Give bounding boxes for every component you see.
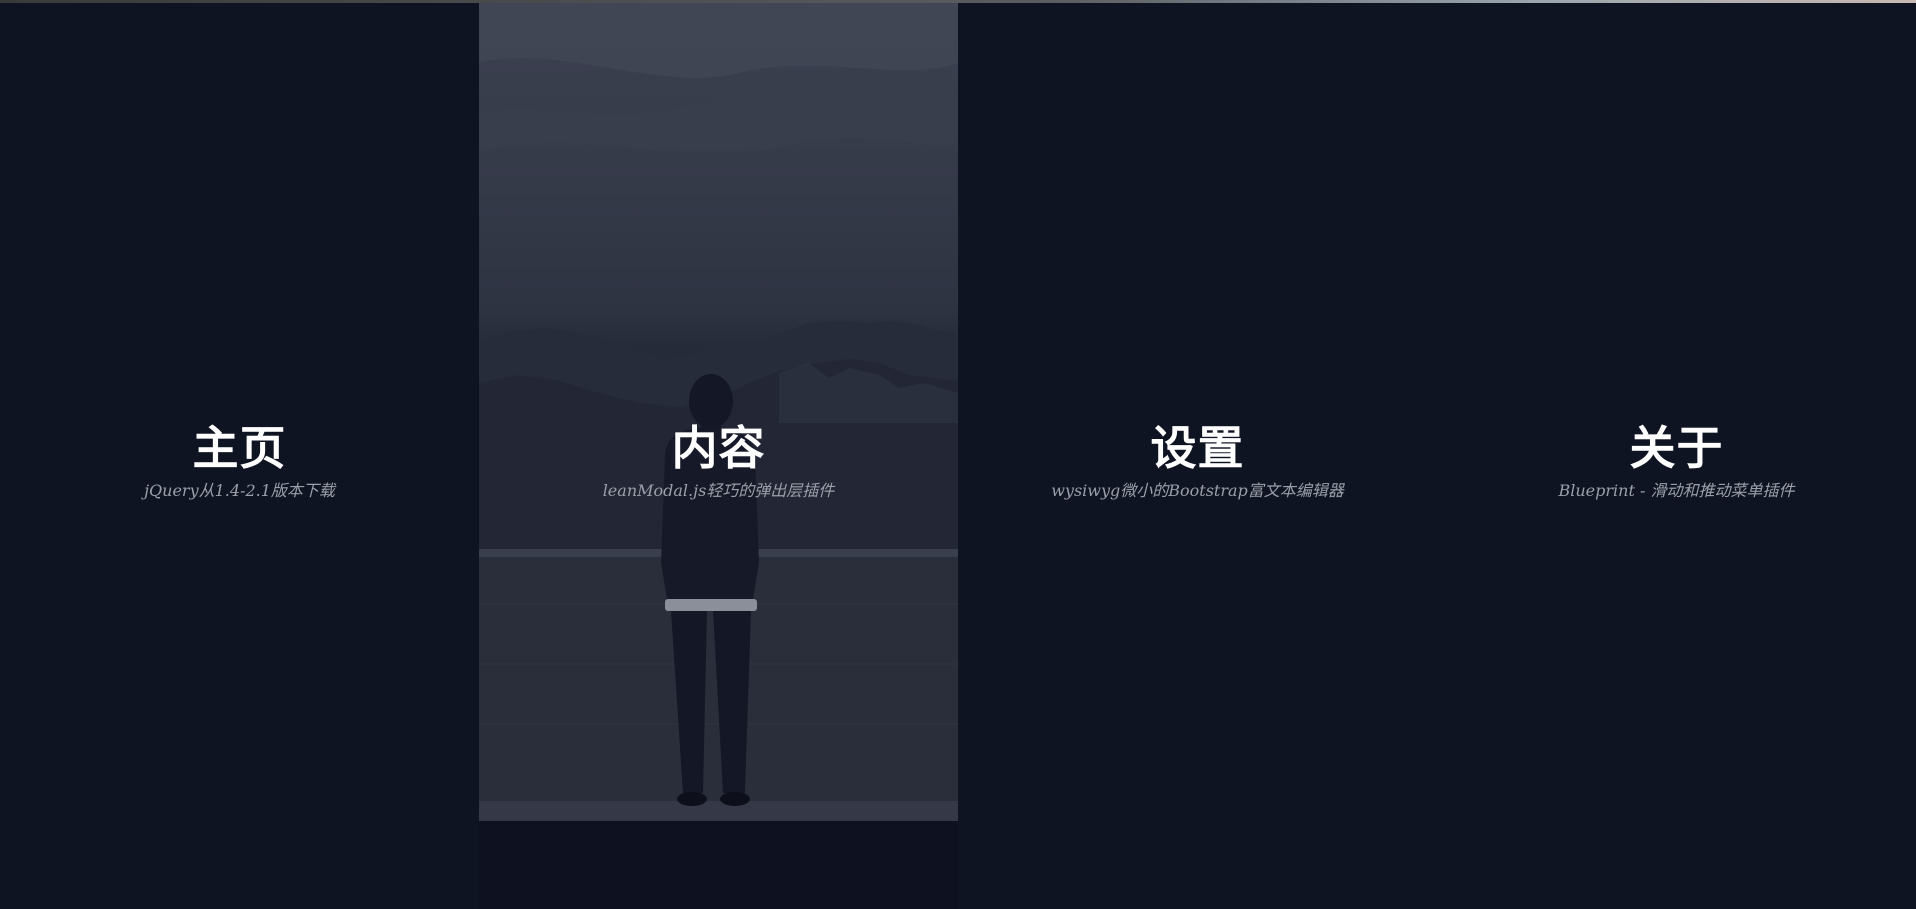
menu-item-subtitle: leanModal.js轻巧的弹出层插件	[602, 481, 835, 500]
menu-item-settings[interactable]: 设置 wysiwyg微小的Bootstrap富文本编辑器	[958, 3, 1437, 909]
menu-item-title: 主页	[192, 421, 287, 475]
menu-item-title: 内容	[671, 421, 766, 475]
menu-item-text: 设置 wysiwyg微小的Bootstrap富文本编辑器	[958, 421, 1437, 501]
menu-item-title: 关于	[1629, 421, 1724, 475]
menu-item-text: 主页 jQuery从1.4-2.1版本下载	[0, 421, 479, 501]
menu-item-subtitle: jQuery从1.4-2.1版本下载	[144, 481, 335, 500]
menu-item-text: 关于 Blueprint - 滑动和推动菜单插件	[1437, 421, 1916, 501]
menu-item-content[interactable]: 内容 leanModal.js轻巧的弹出层插件	[479, 3, 958, 909]
menu-item-subtitle: Blueprint - 滑动和推动菜单插件	[1558, 481, 1795, 500]
menu-item-title: 设置	[1150, 421, 1245, 475]
menu-item-text: 内容 leanModal.js轻巧的弹出层插件	[479, 421, 958, 501]
menu-item-subtitle: wysiwyg微小的Bootstrap富文本编辑器	[1051, 481, 1344, 500]
menu-item-about[interactable]: 关于 Blueprint - 滑动和推动菜单插件	[1437, 3, 1916, 909]
menu-item-home[interactable]: 主页 jQuery从1.4-2.1版本下载	[0, 3, 479, 909]
fullscreen-menu: 主页 jQuery从1.4-2.1版本下载 内容 leanModal.js轻巧的…	[0, 3, 1916, 909]
